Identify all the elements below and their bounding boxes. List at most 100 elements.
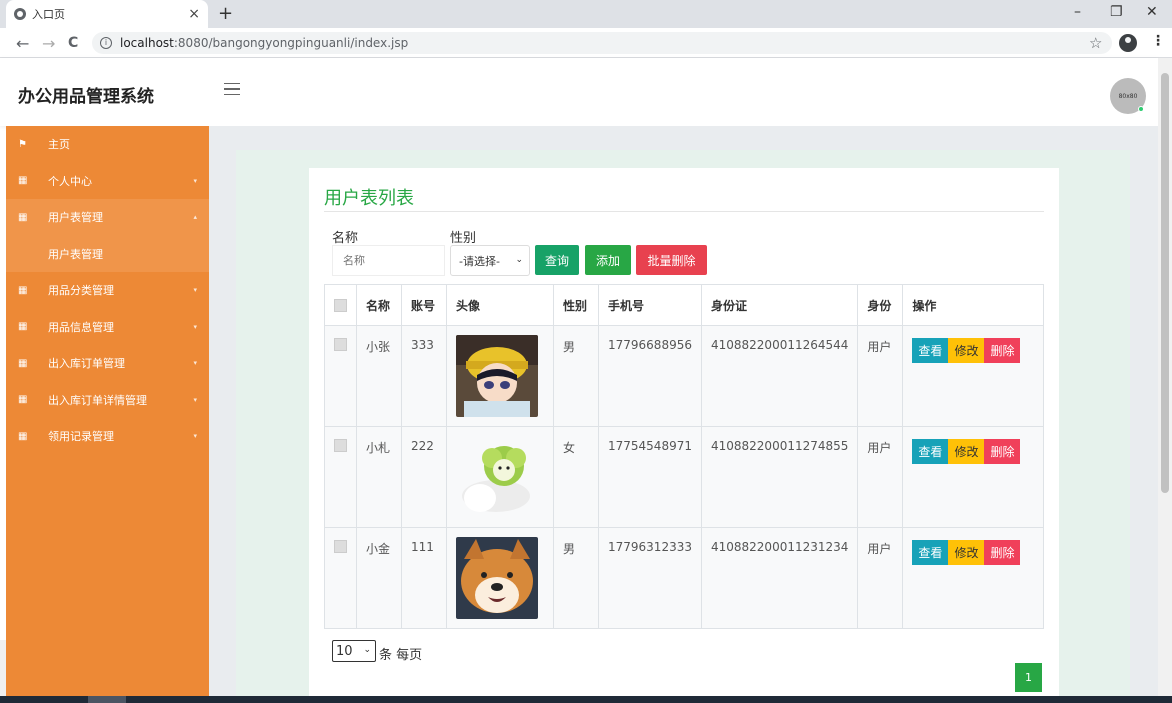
edit-button[interactable]: 修改 — [948, 338, 985, 363]
address-bar: ← → C i localhost:8080/bangongyongpingua… — [0, 28, 1172, 58]
page-number-button[interactable]: 1 — [1015, 663, 1042, 692]
new-tab-button[interactable]: + — [218, 3, 233, 24]
chevron-down-icon: ▾ — [193, 432, 197, 440]
title-divider — [324, 211, 1044, 212]
column-header: 身份证 — [700, 284, 859, 326]
cell-actions: 查看 修改 删除 — [902, 426, 1044, 528]
gender-select[interactable]: -请选择- ⌄ — [450, 245, 530, 276]
cell-phone: 17754548971 — [598, 426, 702, 528]
sidebar-item-supply-info-management[interactable]: ▦ 用品信息管理 ▾ — [6, 309, 209, 346]
cell-phone: 17796312333 — [598, 527, 702, 629]
sidebar: ⚑ 主页 ▦ 个人中心 ▾ ▦ 用户表管理 ▴ 用户表管理 ▦ 用品分类管理 ▾… — [6, 126, 209, 696]
sidebar-item-usage-record-management[interactable]: ▦ 领用记录管理 ▾ — [6, 418, 209, 455]
url-field[interactable]: i localhost:8080/bangongyongpinguanli/in… — [92, 32, 1112, 54]
edit-button[interactable]: 修改 — [948, 439, 985, 464]
account-icon[interactable] — [1119, 34, 1137, 52]
sidebar-item-order-detail-management[interactable]: ▦ 出入库订单详情管理 ▾ — [6, 382, 209, 419]
taskbar-item[interactable] — [88, 696, 126, 703]
cell-role: 用户 — [857, 426, 904, 528]
row-checkbox[interactable] — [334, 540, 347, 553]
restore-icon[interactable]: ❐ — [1110, 4, 1123, 20]
sidebar-item-label: 用品分类管理 — [48, 284, 114, 298]
cell-id-card: 410882200011231234 — [700, 527, 859, 629]
row-checkbox[interactable] — [334, 439, 347, 452]
chevron-down-icon: ▾ — [193, 322, 197, 331]
anime-boy-avatar — [456, 335, 538, 417]
query-button[interactable]: 查询 — [535, 245, 579, 275]
cell-role: 用户 — [857, 325, 904, 427]
chevron-down-icon: ⌄ — [515, 255, 523, 265]
view-button[interactable]: 查看 — [912, 540, 949, 565]
row-select-cell — [324, 325, 357, 427]
sidebar-item-label: 用品信息管理 — [48, 320, 114, 334]
table-header-row: 名称 账号 头像 性别 手机号 身份证 身份 操作 — [324, 284, 1044, 326]
menu-toggle-icon[interactable] — [224, 83, 240, 95]
sidebar-item-label: 用户表管理 — [48, 211, 103, 225]
back-icon[interactable]: ← — [16, 34, 29, 53]
sidebar-item-category-management[interactable]: ▦ 用品分类管理 ▾ — [6, 272, 209, 309]
forward-icon[interactable]: → — [42, 34, 55, 53]
globe-icon — [14, 8, 26, 20]
table-row: 小金 111 男 17796312333 410882200011231234 … — [324, 527, 1044, 629]
delete-button[interactable]: 删除 — [984, 439, 1021, 464]
grid-icon: ▦ — [18, 175, 28, 187]
info-icon[interactable]: i — [100, 37, 112, 49]
column-header: 操作 — [902, 284, 1044, 326]
sidebar-item-user-management[interactable]: ▦ 用户表管理 ▴ — [6, 199, 209, 236]
bookmark-star-icon[interactable]: ☆ — [1089, 34, 1102, 52]
grid-icon: ▦ — [18, 321, 28, 333]
page-size-value: 10 — [336, 643, 353, 659]
sidebar-item-personal-center[interactable]: ▦ 个人中心 ▾ — [6, 163, 209, 200]
chevron-down-icon: ▾ — [193, 286, 197, 294]
scrollbar-thumb[interactable] — [1161, 73, 1169, 493]
add-button[interactable]: 添加 — [585, 245, 631, 275]
tab-close-icon[interactable]: × — [188, 6, 200, 22]
grid-icon: ▦ — [18, 357, 28, 369]
vertical-scrollbar[interactable] — [1158, 58, 1172, 696]
chevron-down-icon: ▾ — [193, 359, 197, 367]
cell-phone: 17796688956 — [598, 325, 702, 427]
chevron-down-icon: ▾ — [193, 176, 197, 185]
grid-icon: ▦ — [18, 430, 28, 442]
cell-account: 111 — [401, 527, 447, 629]
browser-tab[interactable]: 入口页 × — [6, 0, 208, 28]
sidebar-item-order-management[interactable]: ▦ 出入库订单管理 ▾ — [6, 345, 209, 382]
sidebar-subitem-user-management[interactable]: 用户表管理 — [6, 235, 209, 272]
cell-name: 小金 — [356, 527, 402, 629]
shiba-dog-avatar — [456, 537, 538, 619]
window-close-icon[interactable]: ✕ — [1146, 4, 1158, 20]
minimize-icon[interactable]: – — [1074, 4, 1081, 20]
page-size-select[interactable]: 10 ⌄ — [332, 640, 376, 662]
user-table: 名称 账号 头像 性别 手机号 身份证 身份 操作 小张 333 男 17796… — [324, 284, 1044, 629]
cell-avatar — [446, 426, 554, 528]
sidebar-item-label: 出入库订单管理 — [48, 357, 125, 371]
name-search-input[interactable] — [332, 245, 445, 276]
edit-button[interactable]: 修改 — [948, 540, 985, 565]
cell-gender: 男 — [553, 527, 599, 629]
avatar[interactable]: 80x80 — [1110, 78, 1146, 114]
view-button[interactable]: 查看 — [912, 439, 949, 464]
browser-menu-icon[interactable]: ⋮ — [1151, 33, 1165, 49]
select-all-cell — [324, 284, 357, 326]
table-row: 小札 222 女 17754548971 410882200011274855 … — [324, 426, 1044, 528]
cell-role: 用户 — [857, 527, 904, 629]
column-header: 身份 — [857, 284, 904, 326]
avatar-placeholder-text: 80x80 — [1118, 92, 1138, 100]
view-button[interactable]: 查看 — [912, 338, 949, 363]
cell-gender: 女 — [553, 426, 599, 528]
page-title: 用户表列表 — [324, 188, 414, 209]
delete-button[interactable]: 删除 — [984, 338, 1021, 363]
select-all-checkbox[interactable] — [334, 298, 347, 312]
grid-icon: ▦ — [18, 211, 28, 223]
cell-actions: 查看 修改 删除 — [902, 527, 1044, 629]
cell-id-card: 410882200011274855 — [700, 426, 859, 528]
url-text: localhost:8080/bangongyongpinguanli/inde… — [120, 36, 409, 50]
column-header: 名称 — [356, 284, 402, 326]
batch-delete-button[interactable]: 批量删除 — [636, 245, 707, 275]
per-page-label: 条 每页 — [379, 648, 423, 663]
row-checkbox[interactable] — [334, 338, 347, 351]
sidebar-item-home[interactable]: ⚑ 主页 — [6, 126, 209, 163]
cell-name: 小张 — [356, 325, 402, 427]
reload-icon[interactable]: C — [68, 35, 78, 51]
delete-button[interactable]: 删除 — [984, 540, 1021, 565]
